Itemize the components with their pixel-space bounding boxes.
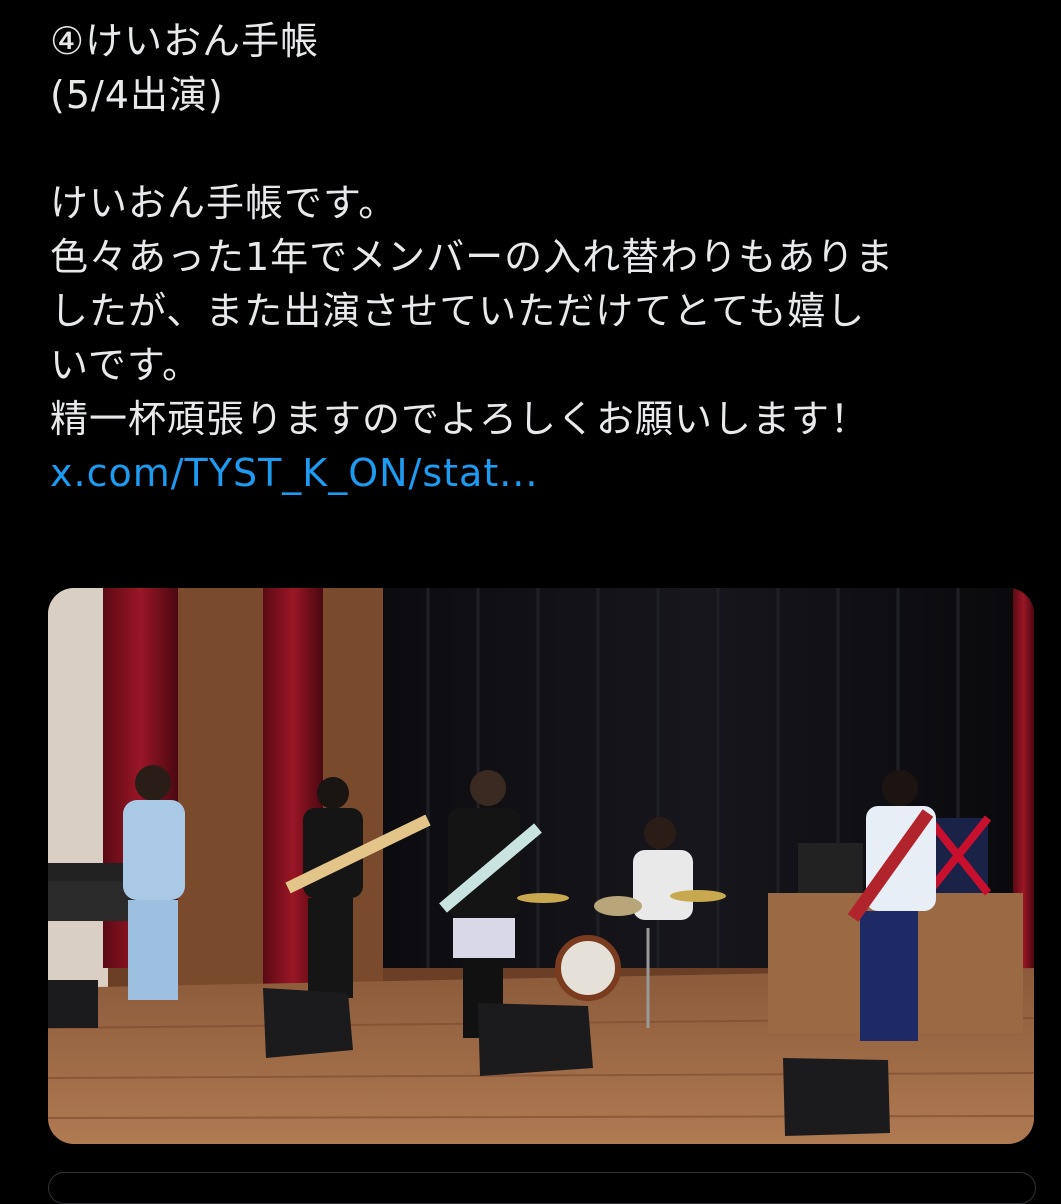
tweet-line: 色々あった1年でメンバーの入れ替わりもありま — [50, 235, 895, 279]
tweet-line: いです。 — [50, 343, 202, 387]
next-card-edge — [48, 1172, 1036, 1204]
tweet-line: けいおん手帳です。 — [50, 181, 398, 225]
tweet-text: ④けいおん手帳 (5/4出演) けいおん手帳です。 色々あった1年でメンバーの入… — [50, 14, 1040, 500]
tweet-link[interactable]: x.com/TYST_K_ON/stat... — [50, 446, 1040, 500]
tweet-photo[interactable] — [48, 588, 1034, 1144]
band-stage-photo — [48, 588, 1034, 1144]
tweet-title: ④けいおん手帳 — [50, 19, 320, 63]
tweet-date: (5/4出演) — [50, 73, 224, 117]
tweet-line: したが、また出演させていただけてとても嬉し — [50, 289, 866, 333]
tweet-line: 精一杯頑張りますのでよろしくお願いします！ — [50, 397, 870, 441]
